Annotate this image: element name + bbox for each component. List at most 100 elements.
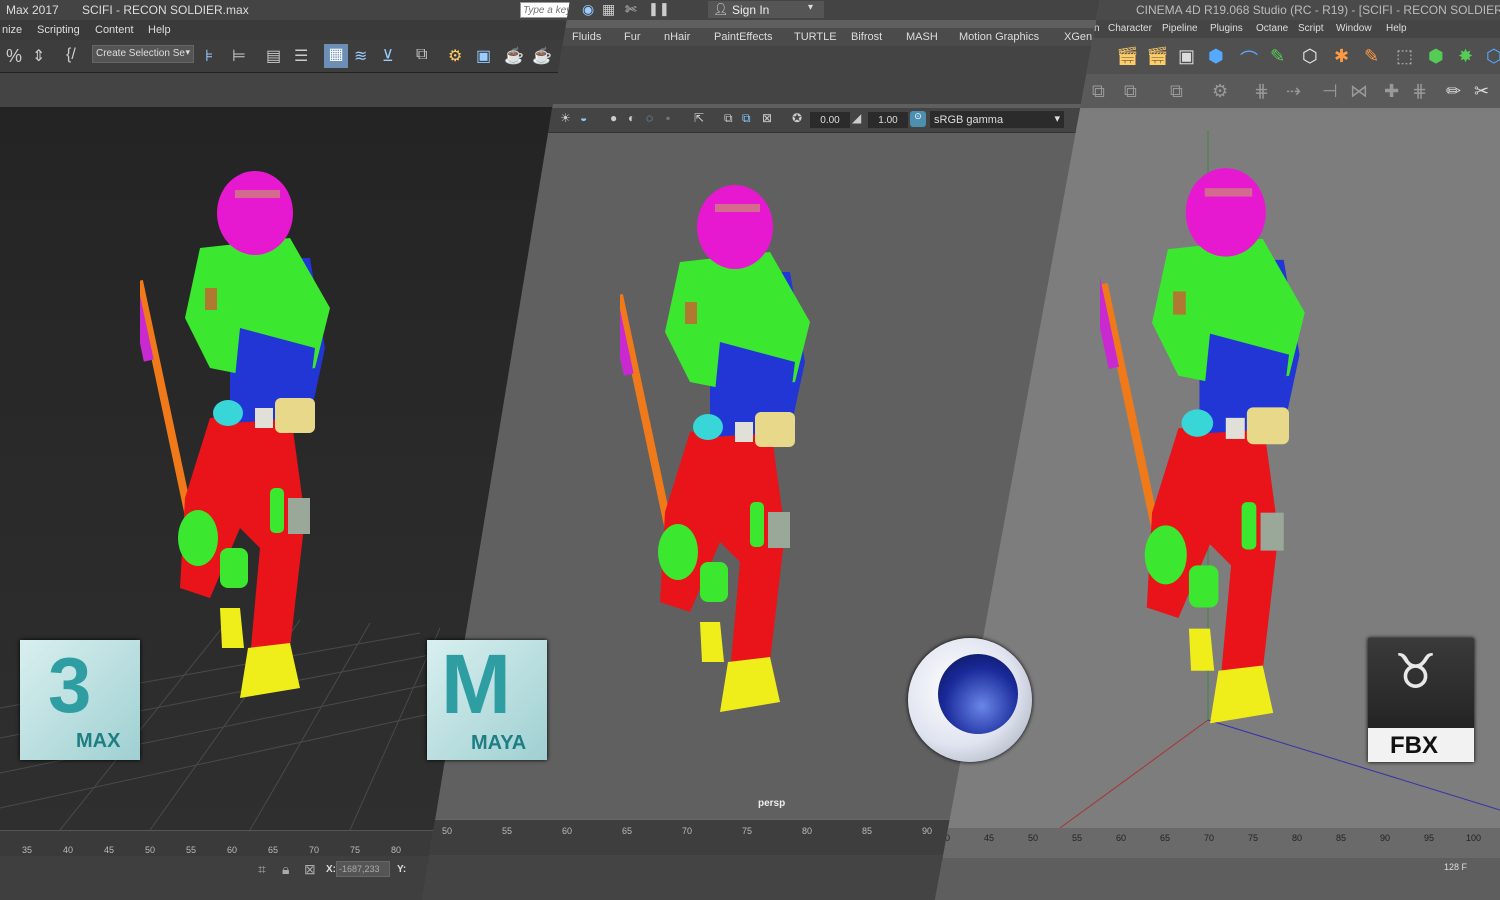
- max-menu-item[interactable]: Help: [148, 24, 171, 36]
- sign-in-button[interactable]: 👤︎ Sign In ▾: [708, 1, 824, 18]
- c4d-menu-help[interactable]: Help: [1386, 23, 1407, 34]
- max-menu-item[interactable]: nize: [2, 24, 22, 36]
- isolate-icon[interactable]: ⌗: [258, 861, 278, 881]
- shelf-tab-bifrost[interactable]: Bifrost: [851, 31, 882, 43]
- snap-percent-icon[interactable]: %: [6, 46, 26, 66]
- max-logo-number: 3: [48, 641, 92, 729]
- chevron-down-icon: ▾: [185, 47, 190, 57]
- schematic-view-icon[interactable]: ⊻: [382, 46, 402, 66]
- tool-icon[interactable]: ⚙: [1212, 81, 1232, 101]
- render-setup-icon[interactable]: ⚙: [448, 46, 468, 66]
- named-selection-icon[interactable]: {/: [66, 46, 86, 66]
- pause-icon[interactable]: ❚❚: [648, 1, 670, 21]
- cube-icon[interactable]: ⬢: [1208, 46, 1228, 66]
- select-camera-icon[interactable]: ⇱: [694, 111, 714, 131]
- shelf-tab-painteffects[interactable]: PaintEffects: [714, 31, 773, 43]
- view-transform-dropdown[interactable]: sRGB gamma ▾: [930, 111, 1064, 128]
- tool-icon[interactable]: ⧉: [1092, 81, 1112, 101]
- bookmarks-icon[interactable]: ⧉: [742, 111, 762, 131]
- c4d-menu-pipeline[interactable]: Pipeline: [1162, 23, 1198, 34]
- render-view-icon[interactable]: 🎬︎: [1116, 46, 1139, 66]
- time-tick-label: 70: [682, 826, 693, 836]
- grid-toggle-icon[interactable]: ▪: [666, 111, 686, 131]
- timeline-tick-label: 45: [984, 833, 995, 843]
- nurbs-icon[interactable]: ✎: [1270, 46, 1290, 66]
- gamma-field[interactable]: [868, 112, 908, 128]
- camera-attributes-icon[interactable]: ⧉: [724, 111, 744, 131]
- mirror-icon[interactable]: ⊧: [205, 46, 225, 66]
- c4d-menu-character[interactable]: Character: [1108, 23, 1152, 34]
- curve-editor-icon[interactable]: ≋: [354, 46, 374, 66]
- timeline-tick-label: 60: [1116, 833, 1127, 843]
- shelf-tab-xgen[interactable]: XGen: [1064, 31, 1092, 43]
- 3ds-max-logo: 3 MAX: [20, 640, 140, 760]
- deformer-icon[interactable]: ✱: [1334, 46, 1354, 66]
- tool-icon[interactable]: ⋕: [1412, 81, 1432, 101]
- isolate-select-icon[interactable]: ◌: [646, 111, 666, 131]
- xray-icon[interactable]: ◐: [628, 111, 648, 131]
- timeline-tick-label: 60: [227, 845, 238, 855]
- render-picture-viewer-icon[interactable]: 🎬︎: [1146, 46, 1169, 66]
- c4d-menu-octane[interactable]: Octane: [1256, 23, 1288, 34]
- shelf-tab-fluids[interactable]: Fluids: [572, 31, 601, 43]
- brush-icon[interactable]: ✏: [1446, 81, 1466, 101]
- light-icon[interactable]: ⬢: [1428, 46, 1448, 66]
- max-logo-text: MAX: [76, 730, 121, 752]
- scissors-icon[interactable]: ✂: [1474, 81, 1494, 101]
- shelf-tab-mash[interactable]: MASH: [906, 31, 938, 43]
- shelf-tab-turtle[interactable]: TURTLE: [794, 31, 837, 43]
- absolute-mode-icon[interactable]: ⊠: [304, 861, 324, 881]
- shield-icon[interactable]: ⬡: [1486, 46, 1500, 66]
- octane-icon[interactable]: ✸: [1458, 46, 1478, 66]
- frame-end-field[interactable]: 128 F: [1444, 862, 1467, 872]
- cinema-4d-logo-sphere: [938, 654, 1018, 734]
- tool-icon[interactable]: ⊣: [1322, 81, 1342, 101]
- shadows-icon[interactable]: ◒: [580, 111, 600, 131]
- scene-icon[interactable]: ✎: [1364, 46, 1384, 66]
- tool-icon[interactable]: ✚: [1384, 81, 1404, 101]
- lighting-icon[interactable]: ☀: [560, 111, 580, 131]
- render-iterative-icon[interactable]: ☕: [532, 46, 552, 66]
- scene-explorer-icon[interactable]: ▤: [266, 46, 286, 66]
- max-menu-item[interactable]: Scripting: [37, 24, 80, 36]
- c4d-menu-window[interactable]: Window: [1336, 23, 1372, 34]
- resolution-gate-icon[interactable]: ⊠: [762, 111, 782, 131]
- max-menu-item[interactable]: Content: [95, 24, 134, 36]
- lock-icon[interactable]: 🔒︎: [282, 861, 302, 881]
- layer-explorer-icon[interactable]: ☰: [294, 46, 314, 66]
- tool-icon[interactable]: ⋈: [1350, 81, 1370, 101]
- color-management-icon[interactable]: ⊙: [910, 111, 926, 127]
- spline-icon[interactable]: ⌒: [1240, 46, 1260, 70]
- rendered-frame-icon[interactable]: ▣: [476, 46, 496, 66]
- selection-set-dropdown[interactable]: Create Selection Se ▾: [92, 45, 194, 63]
- render-icon[interactable]: ◉: [582, 1, 602, 21]
- timeline-tick-label: 50: [1028, 833, 1039, 843]
- render-production-icon[interactable]: ☕: [504, 46, 524, 66]
- render-settings-icon[interactable]: ✄: [625, 1, 645, 21]
- ipr-render-icon[interactable]: ▦: [602, 1, 622, 21]
- material-editor-icon[interactable]: ⧉: [416, 46, 436, 66]
- shelf-tab-motion-graphics[interactable]: Motion Graphics: [959, 31, 1039, 43]
- x-coord-input[interactable]: [336, 861, 390, 877]
- toggle-ribbon-icon[interactable]: ▦: [324, 44, 348, 68]
- wireframe-icon[interactable]: ●: [610, 111, 630, 131]
- y-coord-label: Y:: [397, 864, 407, 875]
- tool-icon[interactable]: ⇢: [1286, 81, 1306, 101]
- array-icon[interactable]: ⬡: [1302, 46, 1322, 66]
- align-icon[interactable]: ⊨: [232, 46, 252, 66]
- tool-icon[interactable]: ⧉: [1124, 81, 1144, 101]
- shelf-tab-nhair[interactable]: nHair: [664, 31, 690, 43]
- max-app-title: Max 2017: [6, 3, 59, 17]
- c4d-menu-plugins[interactable]: Plugins: [1210, 23, 1243, 34]
- maya-logo: M MAYA: [427, 637, 547, 760]
- render-settings-icon[interactable]: ▣: [1178, 46, 1198, 66]
- timeline-tick-label: 55: [186, 845, 197, 855]
- camera-icon[interactable]: ⬚: [1396, 46, 1416, 66]
- exposure-field[interactable]: [810, 112, 850, 128]
- tool-icon[interactable]: ⧉: [1170, 81, 1190, 101]
- exposure-icon[interactable]: ✪: [792, 111, 812, 131]
- shelf-tab-fur[interactable]: Fur: [624, 31, 641, 43]
- spinner-snap-icon[interactable]: ⇕: [32, 46, 52, 66]
- tool-icon[interactable]: ⋕: [1254, 81, 1274, 101]
- c4d-menu-script[interactable]: Script: [1298, 23, 1324, 34]
